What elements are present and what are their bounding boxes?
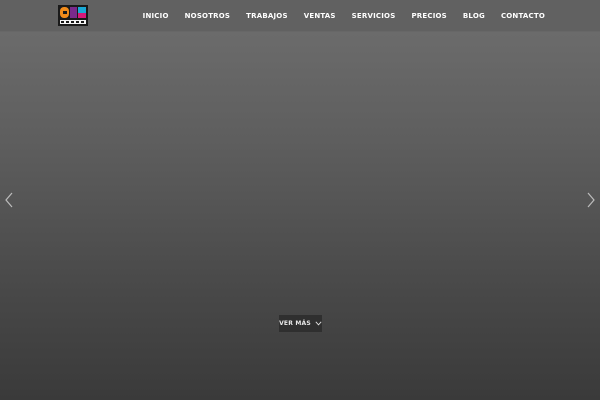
chevron-left-icon — [5, 192, 13, 208]
nav-item-contacto[interactable]: CONTACTO — [501, 12, 545, 20]
nav-item-trabajos[interactable]: TRABAJOS — [246, 12, 288, 20]
page: INICIO NOSOTROS TRABAJOS VENTAS SERVICIO… — [0, 0, 600, 400]
nav-item-nosotros[interactable]: NOSOTROS — [185, 12, 231, 20]
brand-logo[interactable] — [58, 5, 88, 26]
nav-item-servicios[interactable]: SERVICIOS — [352, 12, 396, 20]
ver-mas-button[interactable]: VER MÁS — [279, 315, 322, 332]
nav-item-inicio[interactable]: INICIO — [143, 12, 169, 20]
nav-item-precios[interactable]: PRECIOS — [411, 12, 446, 20]
chevron-down-icon — [315, 321, 322, 326]
site-header: INICIO NOSOTROS TRABAJOS VENTAS SERVICIO… — [0, 0, 600, 32]
slider-next-button[interactable] — [584, 190, 598, 210]
nav-item-ventas[interactable]: VENTAS — [304, 12, 336, 20]
slider-prev-button[interactable] — [2, 190, 16, 210]
brand-logo-icon — [58, 5, 88, 26]
nav-item-blog[interactable]: BLOG — [463, 12, 485, 20]
ver-mas-label: VER MÁS — [279, 320, 311, 327]
main-nav: INICIO NOSOTROS TRABAJOS VENTAS SERVICIO… — [143, 0, 545, 31]
chevron-right-icon — [587, 192, 595, 208]
